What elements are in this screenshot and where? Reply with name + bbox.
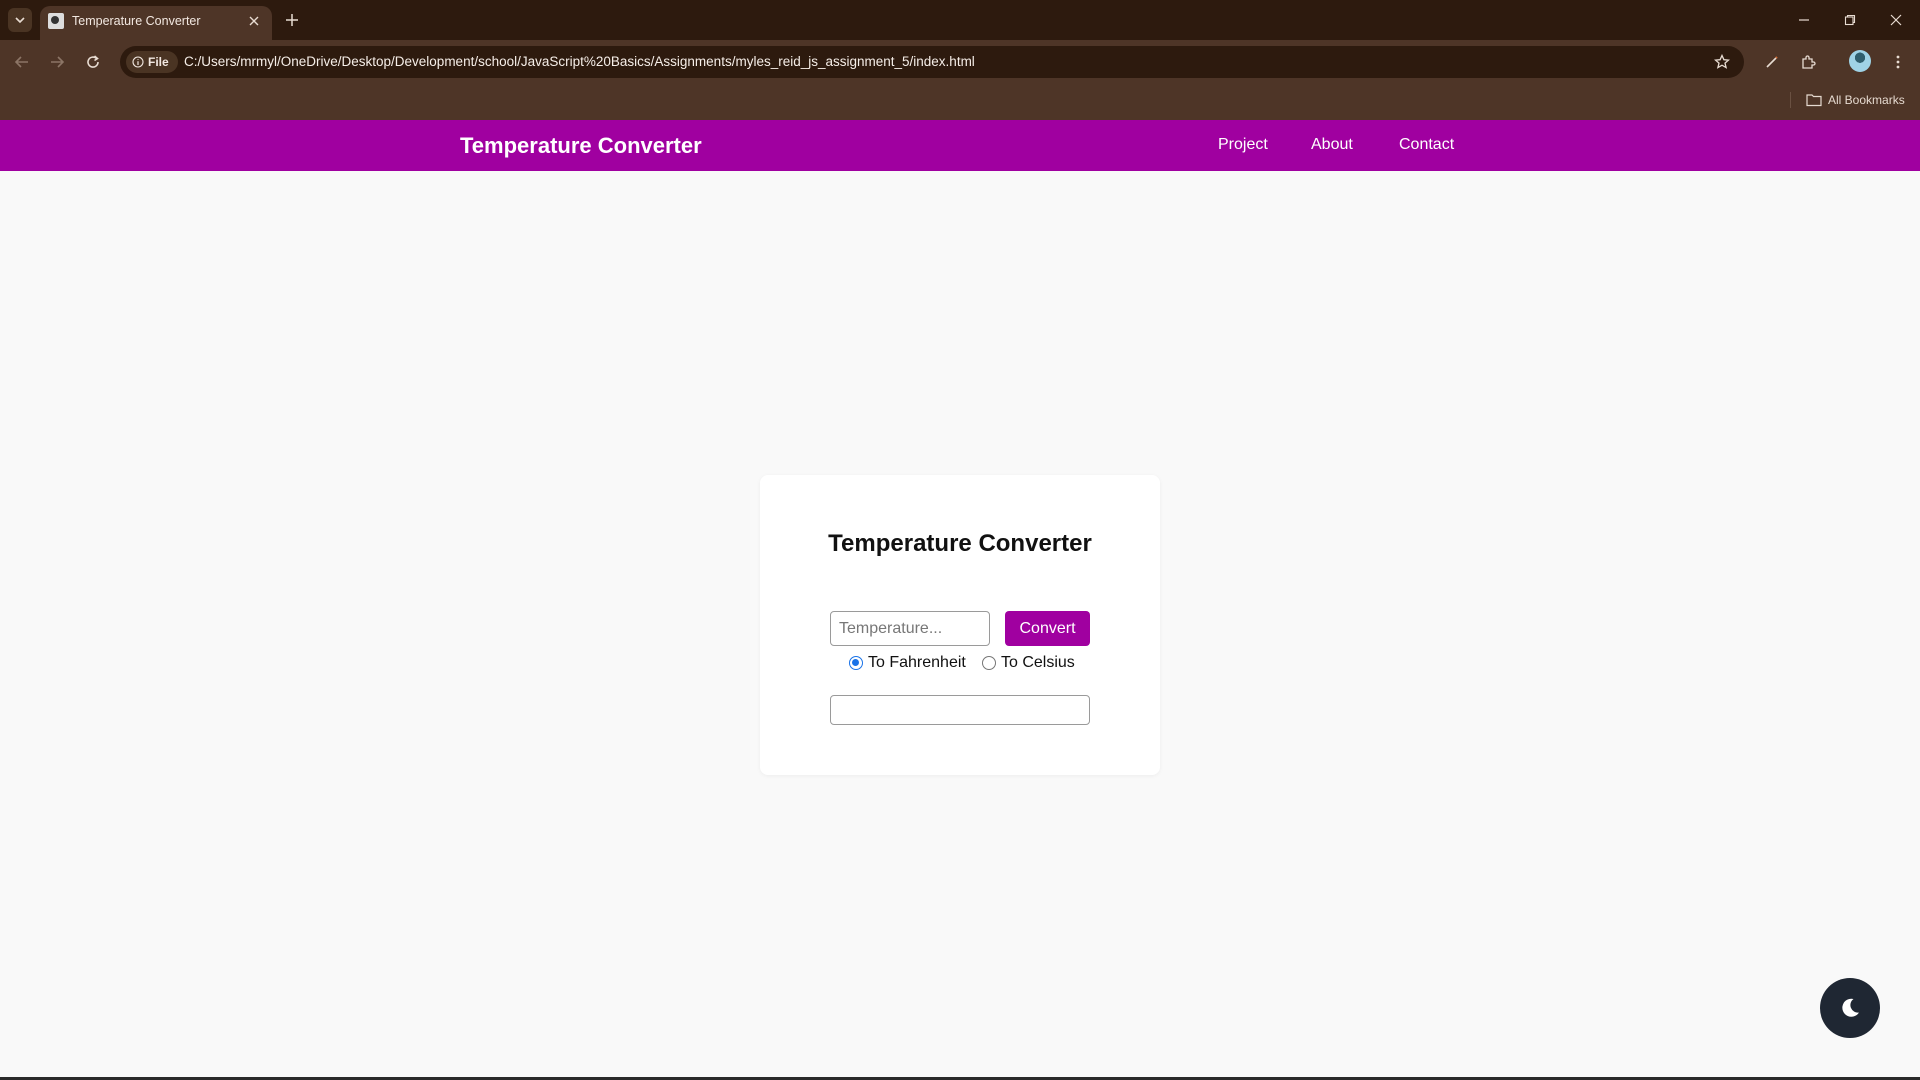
- bookmark-star-button[interactable]: [1712, 52, 1732, 72]
- fahrenheit-label[interactable]: To Fahrenheit: [868, 654, 966, 672]
- nav-link-project[interactable]: Project: [1218, 136, 1268, 154]
- back-icon: [14, 56, 28, 68]
- site-chip-label: File: [148, 55, 169, 69]
- menu-dots-icon: [1896, 55, 1900, 69]
- info-icon: [132, 56, 144, 68]
- new-tab-button[interactable]: [280, 8, 304, 32]
- extensions-button[interactable]: [1796, 50, 1820, 74]
- fahrenheit-radio[interactable]: [849, 656, 863, 670]
- minimize-button[interactable]: [1792, 8, 1816, 32]
- address-bar[interactable]: File C:/Users/mrmyl/OneDrive/Desktop/Dev…: [120, 46, 1744, 78]
- browser-toolbar: File C:/Users/mrmyl/OneDrive/Desktop/Dev…: [0, 40, 1920, 120]
- star-icon: [1714, 54, 1730, 69]
- result-output: [830, 695, 1090, 725]
- convert-button[interactable]: Convert: [1005, 611, 1090, 646]
- all-bookmarks-label: All Bookmarks: [1828, 93, 1905, 107]
- browser-tab-active[interactable]: Temperature Converter: [40, 6, 272, 40]
- window-close-button[interactable]: [1884, 8, 1908, 32]
- celsius-radio[interactable]: [982, 656, 996, 670]
- back-button[interactable]: [10, 50, 34, 74]
- restore-icon: [1844, 14, 1856, 26]
- tab-title: Temperature Converter: [72, 14, 201, 28]
- reload-button[interactable]: [81, 50, 105, 74]
- reload-icon: [87, 55, 99, 68]
- extensions-icon: [1802, 55, 1816, 69]
- bookmarks-separator: [1790, 92, 1791, 108]
- converter-title: Temperature Converter: [828, 530, 1092, 557]
- window-close-icon: [1890, 14, 1902, 26]
- url-text[interactable]: C:/Users/mrmyl/OneDrive/Desktop/Developm…: [184, 54, 975, 69]
- site-brand[interactable]: Temperature Converter: [460, 133, 702, 159]
- plus-icon: [286, 14, 298, 26]
- folder-icon: [1806, 94, 1822, 107]
- forward-icon: [51, 56, 65, 68]
- site-info-chip[interactable]: File: [126, 51, 178, 73]
- profile-avatar[interactable]: [1849, 50, 1871, 72]
- browser-tab-strip: Temperature Converter: [0, 0, 1920, 40]
- temperature-input[interactable]: [830, 611, 990, 646]
- site-navbar: Temperature Converter Project About Cont…: [0, 120, 1920, 171]
- nav-link-contact[interactable]: Contact: [1399, 136, 1454, 154]
- browser-menu-button[interactable]: [1886, 50, 1910, 74]
- radio-option-celsius[interactable]: To Celsius: [982, 653, 1075, 673]
- pen-button[interactable]: [1760, 50, 1784, 74]
- tab-search-button[interactable]: [8, 8, 32, 32]
- pen-icon: [1766, 56, 1778, 68]
- restore-button[interactable]: [1838, 8, 1862, 32]
- nav-link-about[interactable]: About: [1311, 136, 1353, 154]
- theme-toggle-button[interactable]: [1820, 978, 1880, 1038]
- radio-option-fahrenheit[interactable]: To Fahrenheit: [849, 653, 966, 673]
- close-icon: [249, 16, 259, 26]
- converter-card: Temperature Converter Convert To Fahrenh…: [760, 475, 1160, 775]
- all-bookmarks-button[interactable]: All Bookmarks: [1806, 92, 1905, 108]
- moon-icon: [1842, 998, 1859, 1017]
- celsius-label[interactable]: To Celsius: [1001, 654, 1075, 672]
- tab-close-button[interactable]: [244, 11, 264, 31]
- forward-button[interactable]: [45, 50, 69, 74]
- favicon-icon: [48, 13, 64, 29]
- minimize-icon: [1799, 19, 1809, 21]
- chevron-down-icon: [15, 17, 25, 24]
